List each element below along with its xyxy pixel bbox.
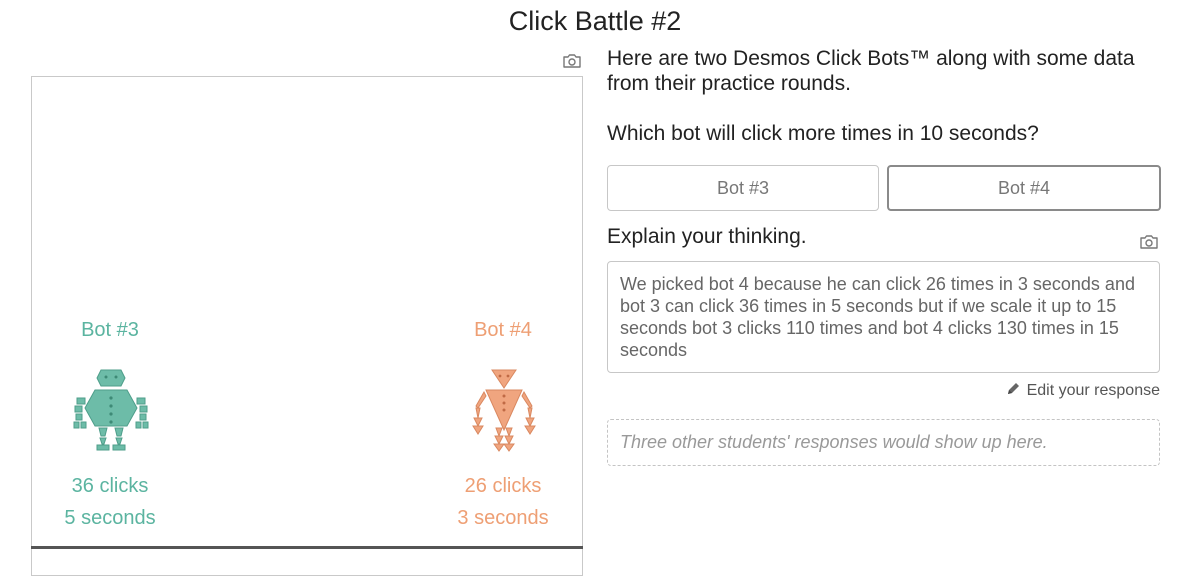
page-title: Click Battle #2 xyxy=(508,6,682,36)
bot-3-card: Bot #3 xyxy=(30,319,190,342)
bot-3-name: Bot #3 xyxy=(81,319,139,341)
bot-4-stats: 26 clicks 3 seconds xyxy=(423,470,583,534)
bot-3-robot-icon xyxy=(73,368,149,457)
explain-label: Explain your thinking. xyxy=(607,225,807,248)
bot-3-clicks: 36 clicks xyxy=(71,475,149,497)
bot-4-robot-icon xyxy=(472,368,536,457)
response-field[interactable]: We picked bot 4 because he can click 26 … xyxy=(607,261,1160,373)
bot-4-time: 3 seconds xyxy=(457,507,549,529)
edit-response-label: Edit your response xyxy=(1026,382,1160,399)
choice-bot-4-button[interactable]: Bot #4 xyxy=(887,165,1161,211)
bot-3-stats: 36 clicks 5 seconds xyxy=(30,470,190,534)
other-responses-placeholder: Three other students' responses would sh… xyxy=(607,419,1160,466)
choice-bot-3-button[interactable]: Bot #3 xyxy=(607,165,879,211)
graph-divider xyxy=(31,546,583,549)
bot-4-card: Bot #4 xyxy=(423,319,583,342)
bot-3-time: 5 seconds xyxy=(64,507,156,529)
pencil-icon xyxy=(1006,381,1021,401)
camera-icon[interactable] xyxy=(1139,234,1159,250)
bot-4-clicks: 26 clicks xyxy=(464,475,542,497)
camera-icon[interactable] xyxy=(562,53,582,69)
question-text: Which bot will click more times in 10 se… xyxy=(607,122,1039,145)
edit-response-link[interactable]: Edit your response xyxy=(1006,381,1160,401)
bot-4-name: Bot #4 xyxy=(474,319,532,341)
prompt-text: Here are two Desmos Click Bots™ along wi… xyxy=(607,47,1135,95)
